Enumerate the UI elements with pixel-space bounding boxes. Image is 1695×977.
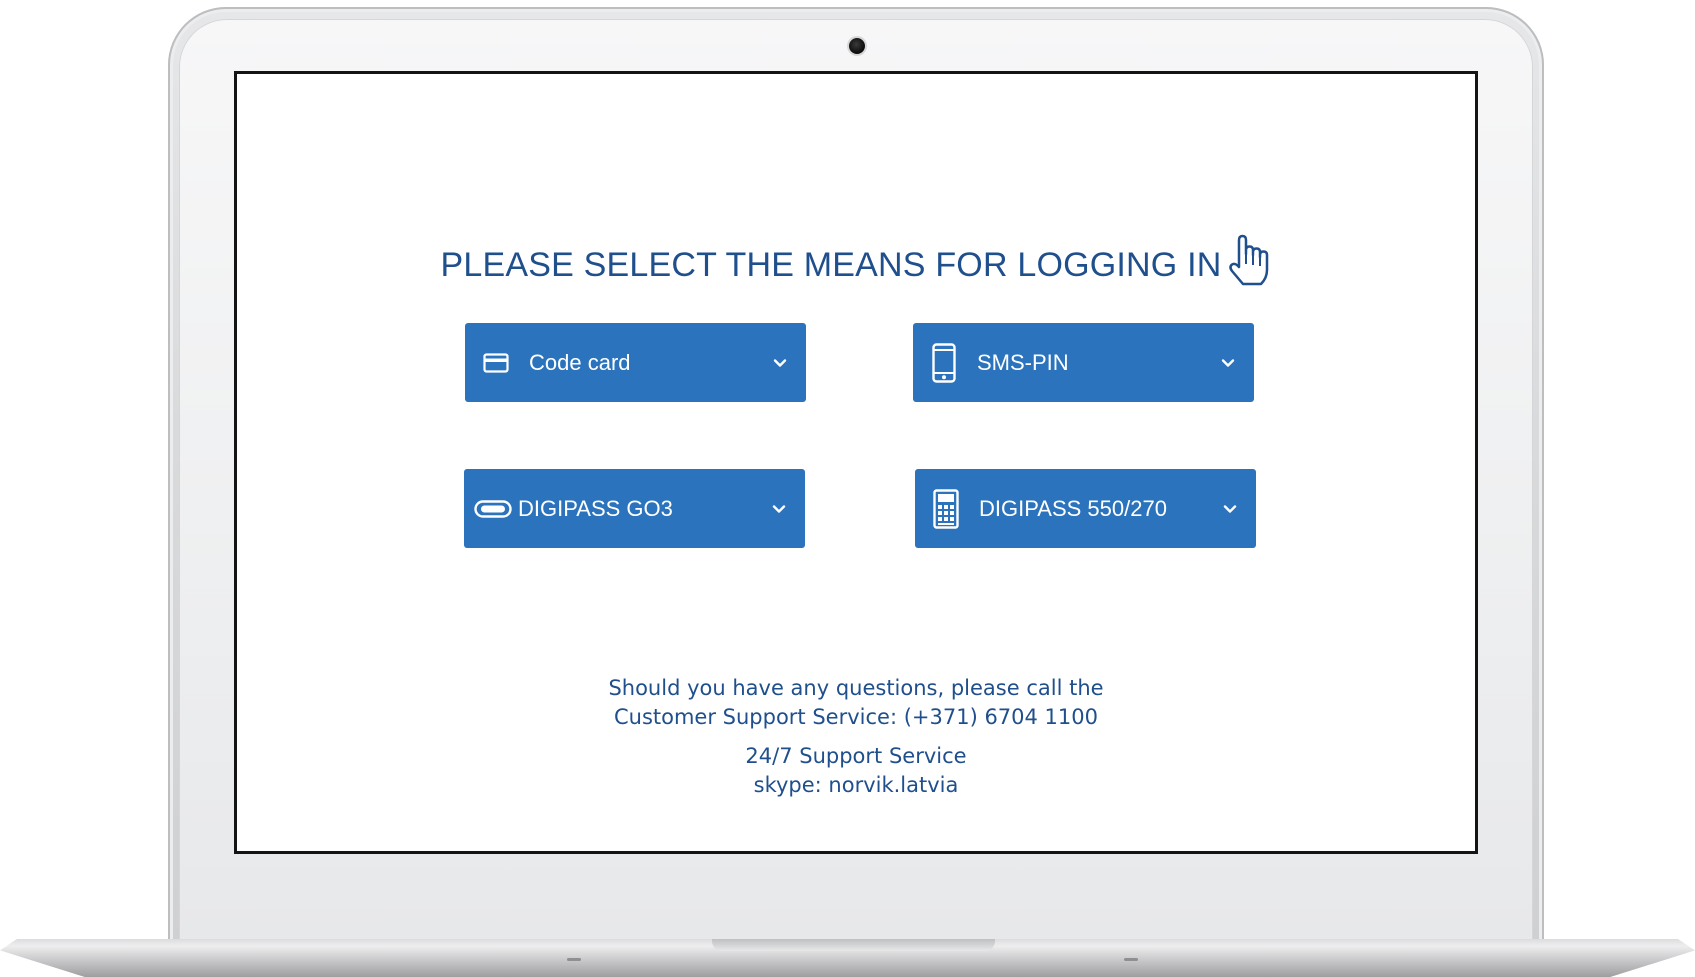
webcam-icon <box>849 38 865 54</box>
laptop-mockup: PLEASE SELECT THE MEANS FOR LOGGING IN C… <box>0 0 1695 977</box>
digipass-go3-label: DIGIPASS GO3 <box>518 495 673 521</box>
laptop-foot <box>1124 958 1138 961</box>
laptop-foot <box>567 958 581 961</box>
support-hours-line: 24/7 Support Service <box>745 744 967 768</box>
calculator-icon <box>929 488 963 529</box>
support-service-text: 24/7 Support Service skype: norvik.latvi… <box>237 742 1475 800</box>
page-title: PLEASE SELECT THE MEANS FOR LOGGING IN <box>237 234 1475 295</box>
sms-pin-button[interactable]: SMS-PIN <box>913 323 1254 402</box>
code-card-label: Code card <box>529 349 631 375</box>
chevron-down-icon <box>1210 358 1246 368</box>
support-phone-line: Customer Support Service: (+371) 6704 11… <box>613 705 1099 729</box>
chevron-down-icon <box>761 504 797 514</box>
login-screen: PLEASE SELECT THE MEANS FOR LOGGING IN C… <box>234 71 1478 854</box>
chevron-down-icon <box>762 358 798 368</box>
support-skype-line: skype: norvik.latvia <box>753 773 959 797</box>
token-device-icon <box>474 499 512 518</box>
support-questions-text: Should you have any questions, please ca… <box>237 674 1475 732</box>
digipass-go3-button[interactable]: DIGIPASS GO3 <box>464 469 805 548</box>
laptop-hinge-notch <box>712 939 995 951</box>
credit-card-icon <box>479 352 513 373</box>
digipass-550-270-button[interactable]: DIGIPASS 550/270 <box>915 469 1256 548</box>
support-line-1: Should you have any questions, please ca… <box>608 676 1104 700</box>
mobile-phone-icon <box>927 342 961 383</box>
page-title-text: PLEASE SELECT THE MEANS FOR LOGGING IN <box>440 246 1222 284</box>
code-card-button[interactable]: Code card <box>465 323 806 402</box>
chevron-down-icon <box>1212 504 1248 514</box>
digipass-550-270-label: DIGIPASS 550/270 <box>979 495 1167 521</box>
sms-pin-label: SMS-PIN <box>977 349 1069 375</box>
hand-pointer-icon <box>1227 234 1271 295</box>
